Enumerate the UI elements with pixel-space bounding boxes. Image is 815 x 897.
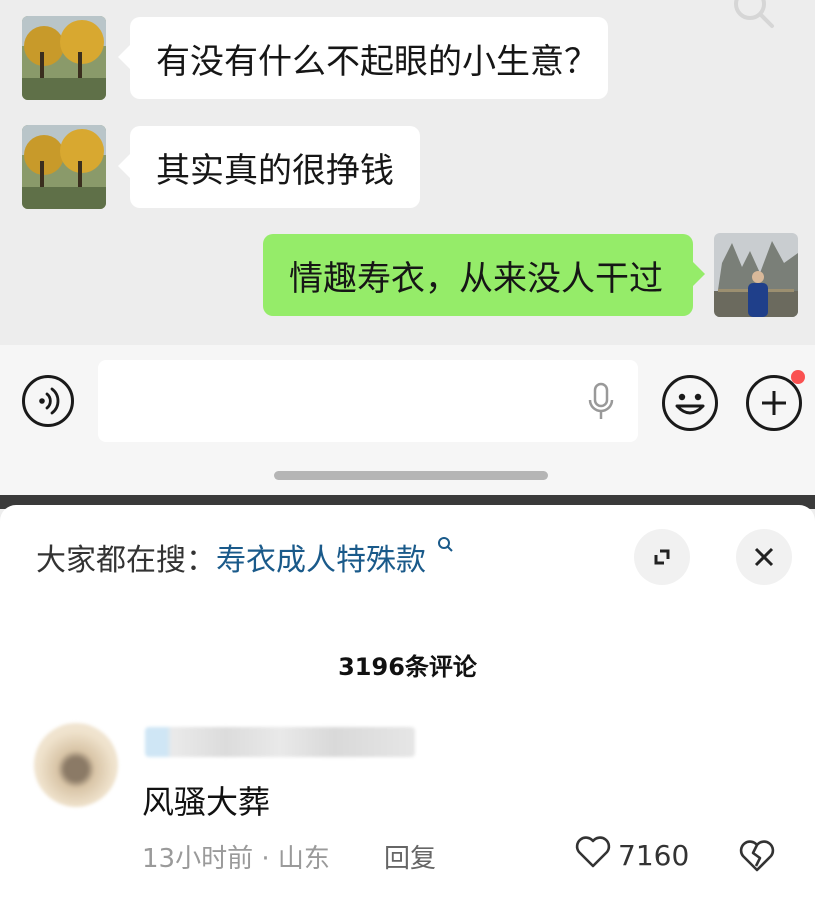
search-icon[interactable] [728, 0, 778, 36]
close-icon[interactable] [736, 529, 792, 585]
home-indicator[interactable] [274, 471, 548, 480]
dislike-icon[interactable] [738, 839, 776, 877]
voice-icon[interactable] [22, 375, 74, 427]
emoji-icon[interactable] [662, 375, 718, 431]
user-avatar[interactable] [714, 233, 798, 317]
contact-avatar[interactable] [22, 16, 106, 100]
hot-search-term[interactable]: 寿衣成人特殊款 [216, 543, 426, 578]
notification-dot [791, 370, 805, 384]
search-small-icon [426, 537, 454, 578]
hot-search[interactable]: 大家都在搜：寿衣成人特殊款 [36, 535, 454, 579]
commenter-avatar[interactable] [34, 723, 118, 807]
expand-icon[interactable] [634, 529, 690, 585]
plus-icon[interactable] [746, 370, 805, 431]
like-count: 7160 [618, 839, 690, 872]
message-text: 有没有什么不起眼的小生意？ [156, 41, 598, 82]
hot-search-prefix: 大家都在搜： [36, 543, 216, 578]
message-text: 其实真的很挣钱 [156, 150, 394, 191]
like-button[interactable]: 7160 [574, 835, 689, 876]
message-input[interactable] [98, 360, 638, 442]
contact-avatar[interactable] [22, 125, 106, 209]
input-bar [0, 345, 815, 495]
message-bubble[interactable]: 情趣寿衣，从来没人干过 [263, 234, 705, 316]
commenter-name-blurred[interactable] [145, 727, 415, 757]
message-text: 情趣寿衣，从来没人干过 [289, 258, 663, 299]
heart-icon [574, 835, 612, 876]
comment-meta: 13小时前 · 山东 [142, 844, 330, 874]
comment-sheet: 大家都在搜：寿衣成人特殊款 3196条评论 风骚大葬 13小时前 · 山东 回复… [0, 505, 815, 897]
reply-button[interactable]: 回复 [384, 838, 436, 875]
comment-count: 3196条评论 [338, 653, 477, 681]
microphone-icon[interactable] [586, 382, 616, 426]
comment-text: 风骚大葬 [142, 783, 271, 821]
chat-window: 有没有什么不起眼的小生意？ 其实真的很挣钱 情趣寿衣，从来没人干过 [0, 0, 815, 345]
message-bubble[interactable]: 其实真的很挣钱 [118, 126, 420, 208]
message-bubble[interactable]: 有没有什么不起眼的小生意？ [118, 17, 608, 99]
